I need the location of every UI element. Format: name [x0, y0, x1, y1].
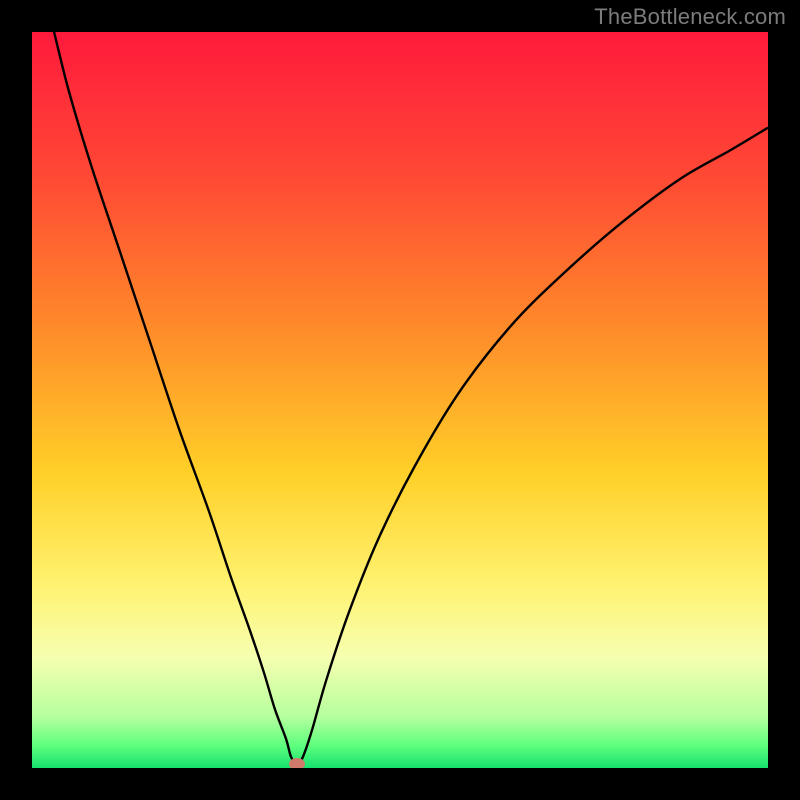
outer-frame: TheBottleneck.com: [0, 0, 800, 800]
watermark-text: TheBottleneck.com: [594, 4, 786, 30]
plot-area: [32, 32, 768, 768]
minimum-marker: [289, 758, 305, 768]
curve-svg: [32, 32, 768, 768]
bottleneck-curve-path: [54, 32, 768, 764]
